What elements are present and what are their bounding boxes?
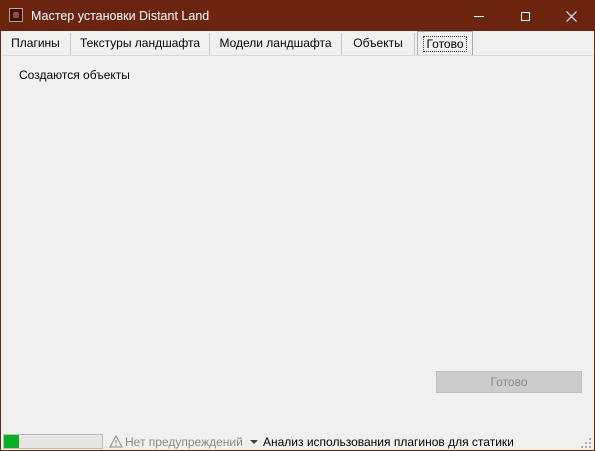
close-button[interactable] [548, 1, 594, 31]
minimize-icon [474, 15, 484, 17]
chevron-down-icon[interactable] [250, 440, 258, 444]
maximize-icon [520, 11, 530, 21]
app-icon [9, 8, 23, 22]
analysis-status-text: Анализ использования плагинов для статик… [263, 435, 514, 449]
progress-status-text: Создаются объекты [19, 68, 130, 82]
tab-label: Плагины [11, 36, 60, 50]
done-button[interactable]: Готово [436, 371, 582, 393]
close-icon [565, 10, 577, 22]
minimize-button[interactable] [456, 1, 502, 31]
tab-strip: Плагины Текстуры ландшафта Модели ландша… [1, 31, 594, 56]
warnings-text[interactable]: Нет предупреждений [125, 435, 243, 449]
status-bar: Нет предупреждений Анализ использования … [1, 432, 594, 450]
window-title: Мастер установки Distant Land [31, 9, 210, 23]
title-bar[interactable]: Мастер установки Distant Land [1, 1, 594, 31]
tab-done[interactable]: Готово [417, 31, 473, 56]
tab-label: Объекты [353, 36, 403, 50]
maximize-button[interactable] [502, 1, 548, 31]
tab-landscape-textures[interactable]: Текстуры ландшафта [71, 33, 210, 55]
tab-landscape-models[interactable]: Модели ландшафта [210, 33, 342, 55]
progress-bar [3, 434, 103, 449]
tab-divider [1, 55, 594, 56]
tab-label: Модели ландшафта [219, 36, 332, 50]
tab-label: Текстуры ландшафта [79, 36, 201, 50]
installer-window: Мастер установки Distant Land Плагины Те… [0, 0, 595, 451]
progress-fill [4, 435, 19, 448]
tab-label: Готово [423, 36, 467, 52]
resize-grip-icon[interactable] [581, 438, 592, 449]
tab-objects[interactable]: Объекты [342, 33, 415, 55]
warning-icon [109, 435, 123, 448]
tab-plugins[interactable]: Плагины [1, 33, 71, 55]
